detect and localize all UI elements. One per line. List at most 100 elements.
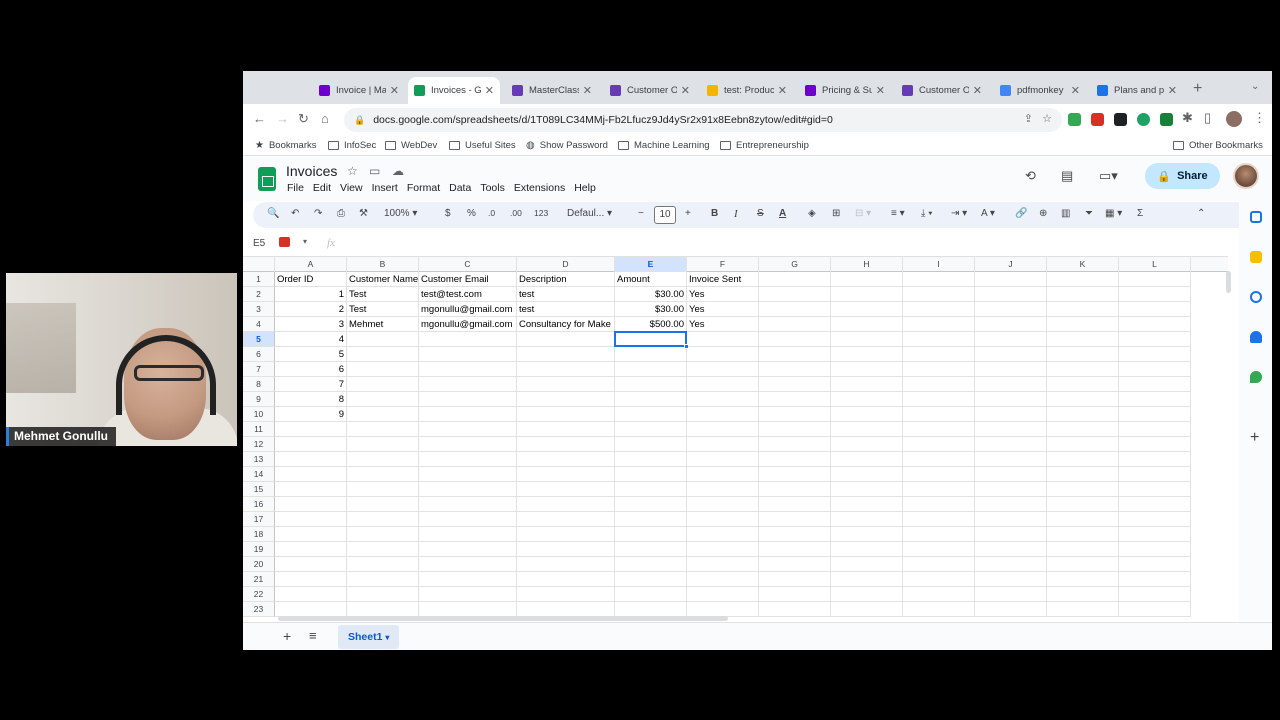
fill-color-icon[interactable]: ◈	[808, 208, 816, 219]
grid-cell[interactable]: 9	[275, 407, 347, 422]
bookmark-star-icon[interactable]: ⇪ ☆	[1024, 112, 1052, 125]
document-title[interactable]: Invoices	[286, 163, 337, 179]
grid-cell[interactable]: 2	[275, 302, 347, 317]
grid-cell[interactable]	[759, 377, 831, 392]
grid-cell[interactable]	[831, 422, 903, 437]
grid-cell[interactable]	[759, 527, 831, 542]
grid-cell[interactable]	[419, 392, 517, 407]
grid-cell[interactable]	[1119, 377, 1191, 392]
grid-cell[interactable]	[1119, 512, 1191, 527]
bookmark-item[interactable]: ◍ Show Password	[526, 140, 608, 151]
grid-cell[interactable]	[903, 377, 975, 392]
close-tab-icon[interactable]: ✕	[778, 84, 787, 97]
grid-cell[interactable]	[1119, 557, 1191, 572]
column-header[interactable]: K	[1047, 257, 1119, 272]
all-sheets-icon[interactable]: ≡	[309, 628, 317, 643]
grid-cell[interactable]	[1047, 302, 1119, 317]
grid-cell[interactable]	[975, 497, 1047, 512]
row-header[interactable]: 17	[243, 512, 275, 527]
grid-cell[interactable]: Yes	[687, 287, 759, 302]
grid-cell[interactable]	[347, 512, 419, 527]
grid-cell[interactable]	[275, 512, 347, 527]
grid-cell[interactable]	[903, 512, 975, 527]
grid-cell[interactable]	[759, 317, 831, 332]
grid-cell[interactable]	[831, 407, 903, 422]
grid-cell[interactable]	[615, 467, 687, 482]
grid-cell[interactable]	[347, 422, 419, 437]
close-tab-icon[interactable]: ✕	[1168, 84, 1177, 97]
grid-cell[interactable]	[903, 452, 975, 467]
increase-decimal-button[interactable]: .00	[510, 208, 522, 218]
grid-cell[interactable]	[759, 422, 831, 437]
grid-cell[interactable]: test@test.com	[419, 287, 517, 302]
grid-cell[interactable]	[1119, 482, 1191, 497]
grid-cell[interactable]	[903, 302, 975, 317]
grid-cell[interactable]	[759, 362, 831, 377]
row-header[interactable]: 8	[243, 377, 275, 392]
grid-cell[interactable]	[975, 527, 1047, 542]
grid-cell[interactable]	[275, 452, 347, 467]
side-panel-icon[interactable]: ▯	[1204, 110, 1211, 126]
grid-cell[interactable]: $30.00	[615, 302, 687, 317]
grid-cell[interactable]	[831, 377, 903, 392]
grid-cell[interactable]	[831, 332, 903, 347]
grid-cell[interactable]	[1119, 467, 1191, 482]
extension-icon[interactable]	[1160, 113, 1173, 126]
grid-cell[interactable]	[687, 347, 759, 362]
close-tab-icon[interactable]: ✕	[876, 84, 885, 97]
column-header[interactable]: G	[759, 257, 831, 272]
grid-cell[interactable]	[975, 422, 1047, 437]
grid-cell[interactable]	[615, 392, 687, 407]
grid-cell[interactable]	[831, 602, 903, 617]
grid-cell[interactable]	[347, 377, 419, 392]
bookmark-item[interactable]: Entrepreneurship	[720, 140, 809, 151]
bookmark-item[interactable]: Machine Learning	[618, 140, 710, 151]
grid-cell[interactable]	[419, 542, 517, 557]
print-icon[interactable]: ⎙	[337, 208, 345, 219]
profile-avatar[interactable]	[1226, 111, 1242, 127]
column-header[interactable]: A	[275, 257, 347, 272]
grid-cell[interactable]	[1119, 572, 1191, 587]
vertical-align-icon[interactable]: ⤓ ▾	[921, 208, 932, 219]
undo-icon[interactable]: ↶	[291, 208, 299, 219]
grid-cell[interactable]	[975, 287, 1047, 302]
column-header[interactable]: H	[831, 257, 903, 272]
collapse-menus-icon[interactable]: ⌃	[1197, 208, 1205, 219]
column-header[interactable]: B	[347, 257, 419, 272]
grammarly-icon[interactable]	[1137, 113, 1150, 126]
grid-cell[interactable]	[517, 497, 615, 512]
grid-cell[interactable]: 7	[275, 377, 347, 392]
font-size-increase-button[interactable]: +	[685, 208, 691, 219]
menu-edit[interactable]: Edit	[313, 182, 331, 194]
grid-cell[interactable]	[759, 287, 831, 302]
grid-cell[interactable]	[687, 452, 759, 467]
grid-cell[interactable]	[517, 467, 615, 482]
row-header[interactable]: 13	[243, 452, 275, 467]
grid-cell[interactable]	[1047, 287, 1119, 302]
text-color-button[interactable]: A	[779, 208, 786, 219]
grid-cell[interactable]	[1119, 317, 1191, 332]
calendar-icon[interactable]	[1250, 211, 1262, 223]
sheets-logo-icon[interactable]	[258, 167, 276, 191]
menu-file[interactable]: File	[287, 182, 304, 194]
grid-cell[interactable]	[615, 527, 687, 542]
home-icon[interactable]: ⌂	[321, 111, 329, 126]
grid-cell[interactable]	[687, 437, 759, 452]
grid-cell[interactable]	[759, 302, 831, 317]
grid-cell[interactable]	[615, 347, 687, 362]
grid-cell[interactable]	[1119, 542, 1191, 557]
grid-cell[interactable]: mgonullu@gmail.com	[419, 317, 517, 332]
grid-cell[interactable]	[975, 272, 1047, 287]
grid-cell[interactable]	[831, 347, 903, 362]
decrease-decimal-button[interactable]: .0	[488, 208, 495, 218]
filter-icon[interactable]: ⏷	[1085, 208, 1093, 219]
grid-cell[interactable]	[1047, 332, 1119, 347]
grid-cell[interactable]	[419, 452, 517, 467]
grid-cell[interactable]	[831, 557, 903, 572]
grid-cell[interactable]	[975, 557, 1047, 572]
browser-tab[interactable]: Customer O ✕	[896, 77, 988, 104]
keep-icon[interactable]	[1250, 251, 1262, 263]
grid-cell[interactable]	[1047, 377, 1119, 392]
grid-cell[interactable]	[347, 557, 419, 572]
search-menus-icon[interactable]: 🔍	[267, 208, 279, 219]
